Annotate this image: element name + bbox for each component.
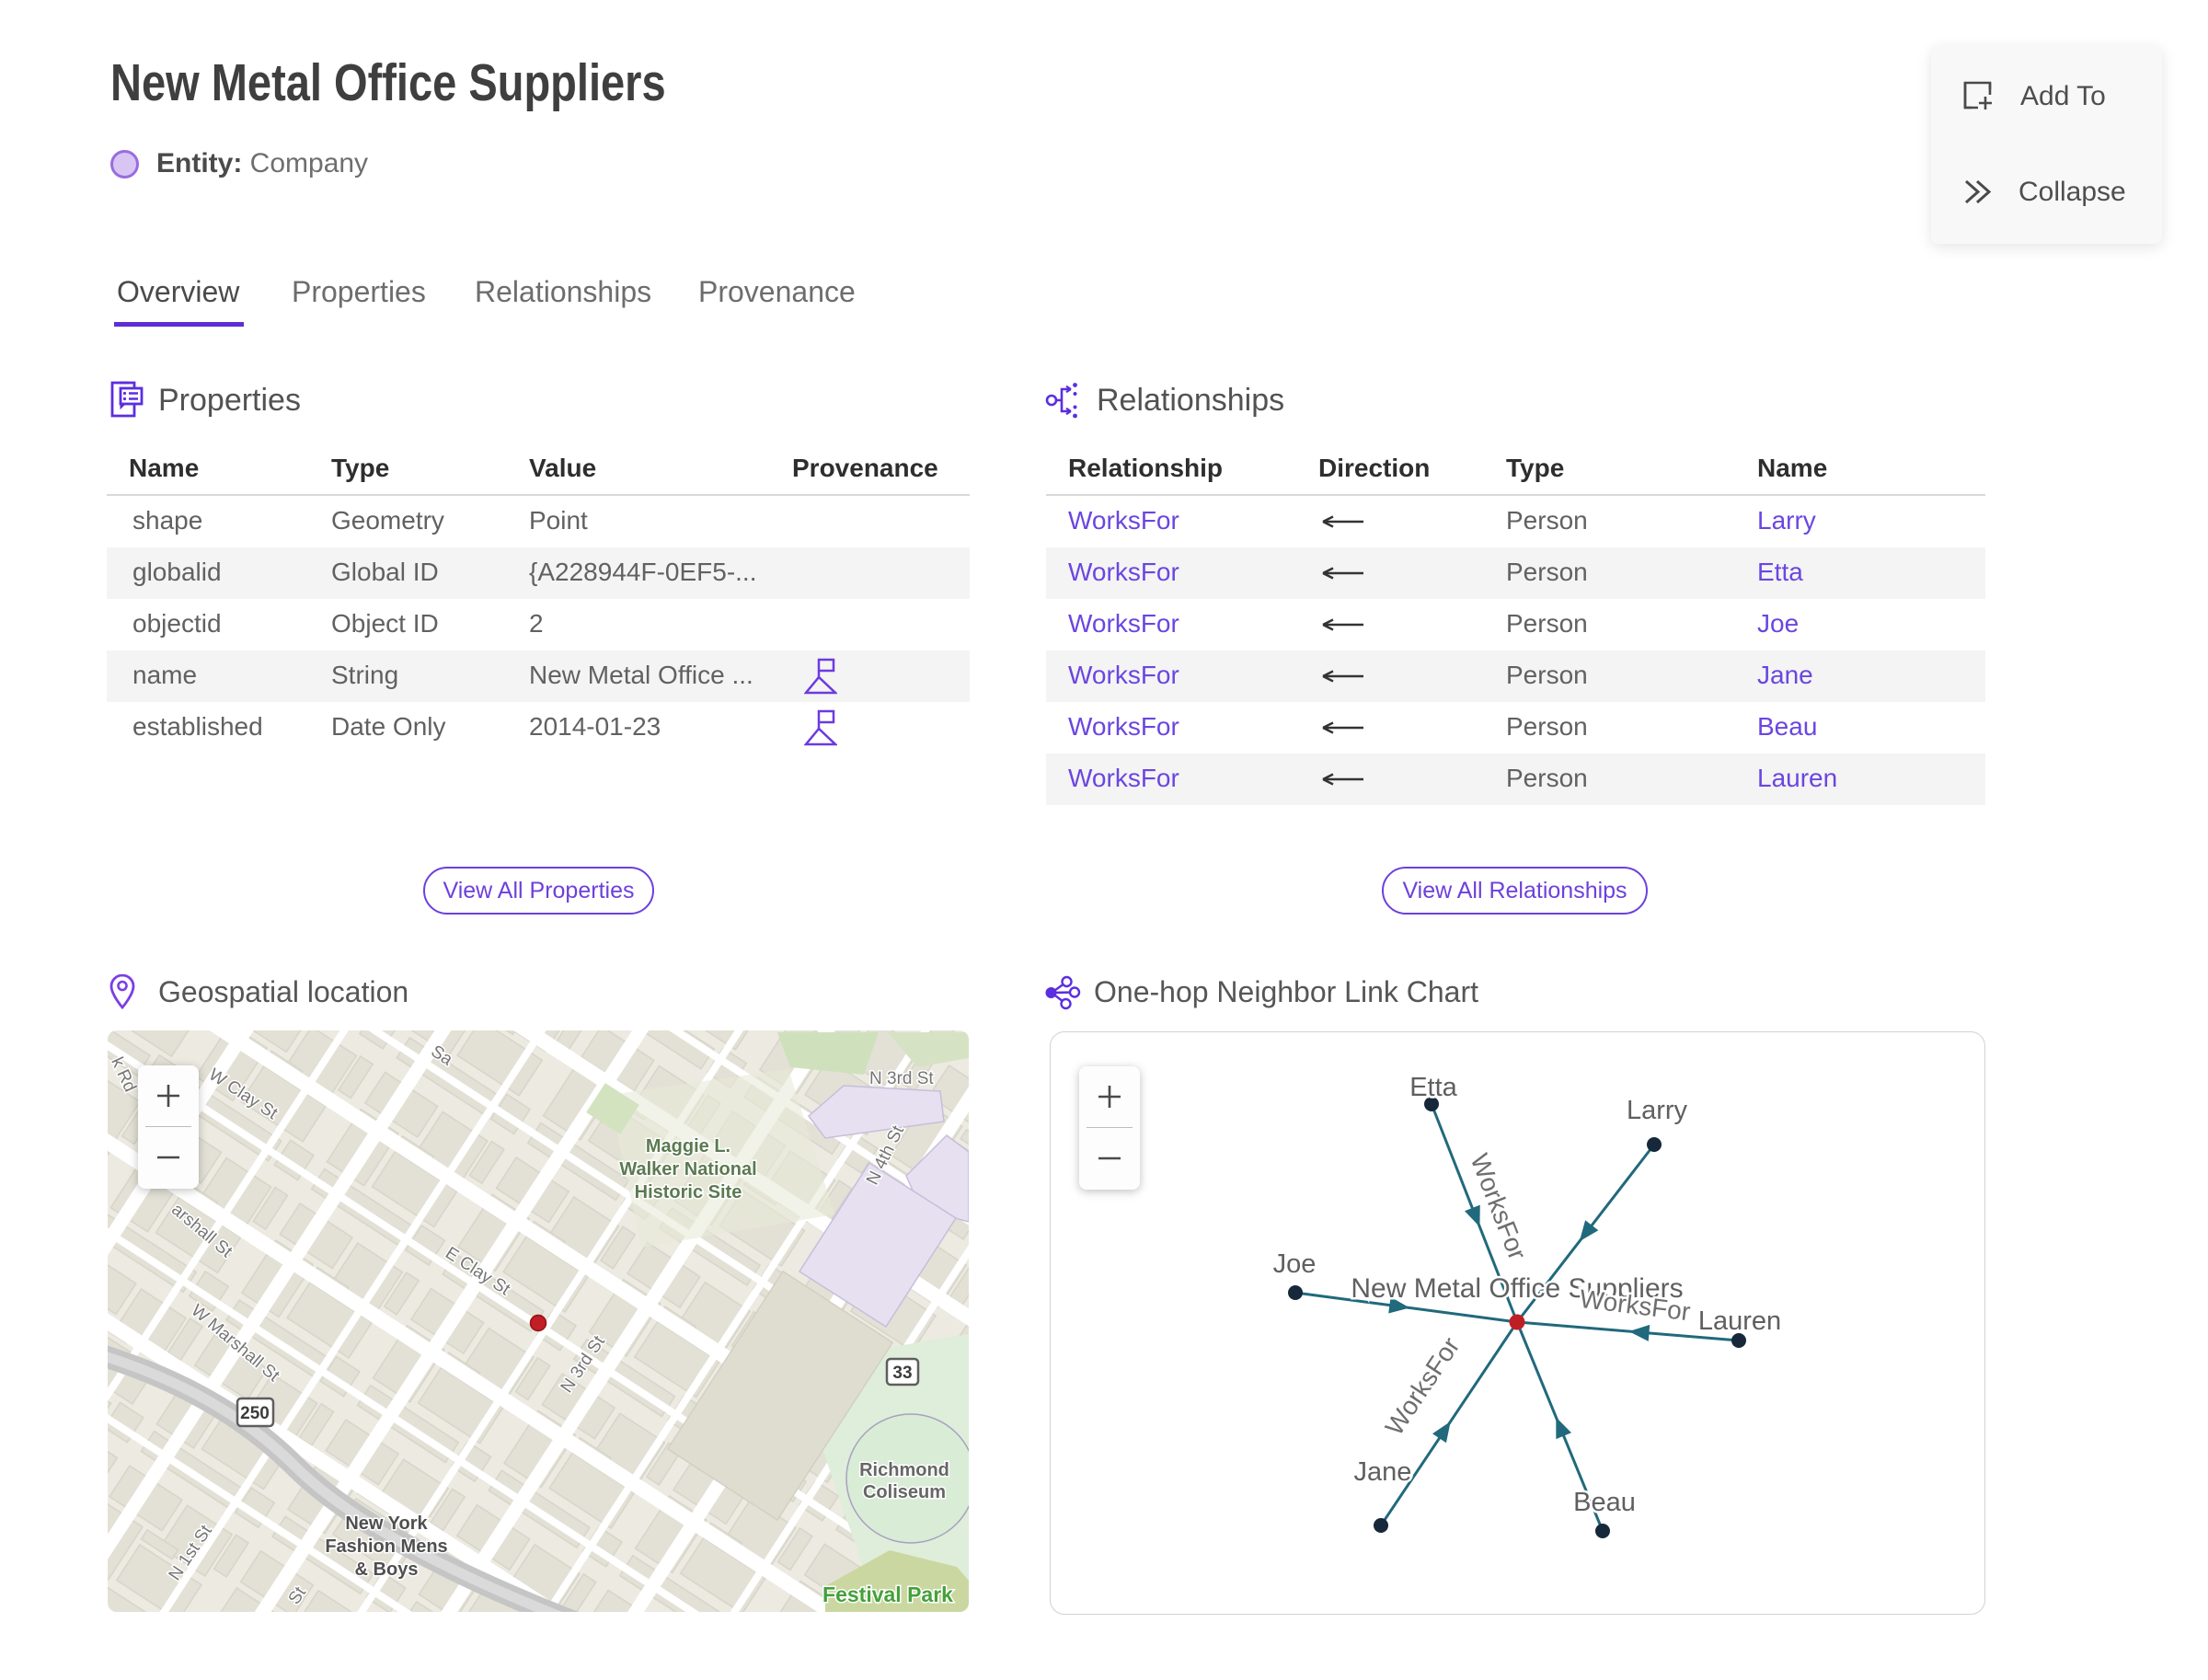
svg-text:Richmond: Richmond	[859, 1460, 949, 1480]
svg-text:Coliseum: Coliseum	[863, 1482, 946, 1502]
svg-text:WorksFor: WorksFor	[1380, 1332, 1466, 1441]
svg-text:Festival Park: Festival Park	[822, 1582, 953, 1606]
svg-text:Etta: Etta	[1409, 1073, 1457, 1102]
svg-text:Fashion Mens: Fashion Mens	[325, 1536, 447, 1557]
svg-text:250: 250	[240, 1404, 270, 1423]
svg-text:Beau: Beau	[1573, 1488, 1636, 1517]
svg-text:WorksFor: WorksFor	[1465, 1150, 1532, 1264]
svg-text:Jane: Jane	[1354, 1457, 1412, 1487]
svg-text:Walker National: Walker National	[619, 1159, 756, 1179]
svg-text:Lauren: Lauren	[1698, 1306, 1781, 1336]
svg-text:33: 33	[892, 1364, 912, 1383]
svg-text:Historic Site: Historic Site	[635, 1182, 742, 1202]
svg-text:Larry: Larry	[1627, 1096, 1688, 1125]
svg-text:New York: New York	[345, 1513, 428, 1534]
svg-text:& Boys: & Boys	[355, 1559, 419, 1580]
svg-text:Joe: Joe	[1273, 1249, 1317, 1279]
svg-text:Maggie L.: Maggie L.	[646, 1136, 730, 1156]
svg-text:N 3rd St: N 3rd St	[869, 1069, 934, 1088]
